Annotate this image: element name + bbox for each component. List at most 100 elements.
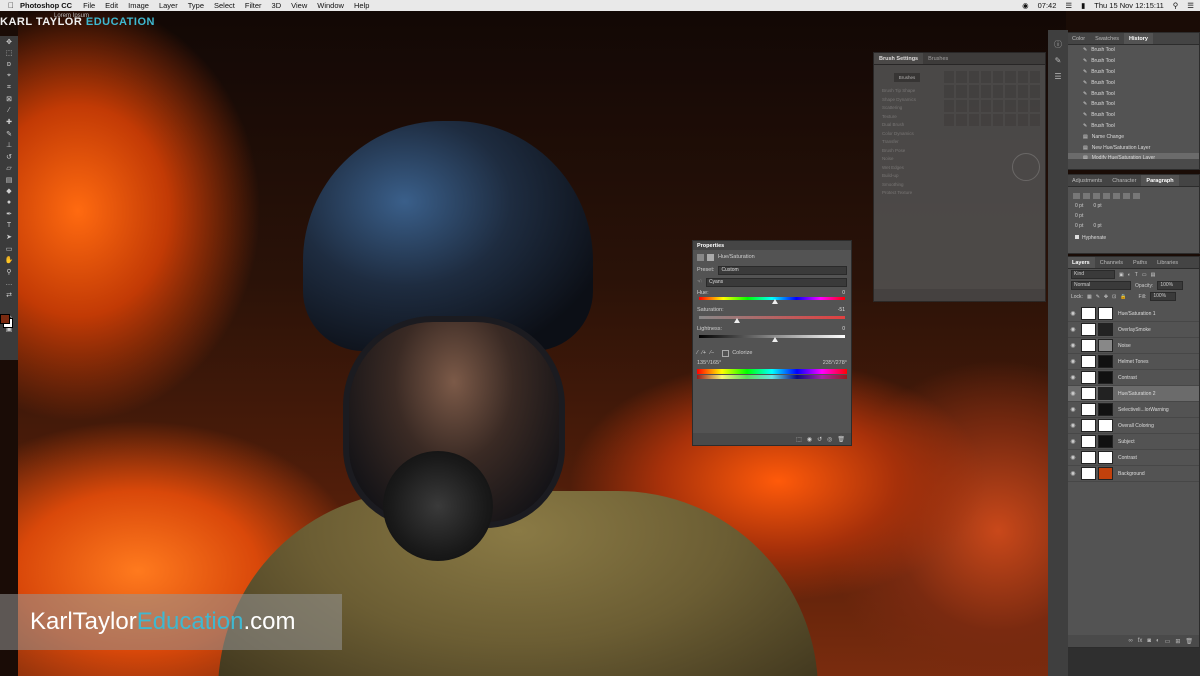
eye-icon[interactable]: ◉	[1067, 358, 1079, 365]
marquee-tool-icon[interactable]: ⬚	[0, 48, 18, 60]
tab-channels[interactable]: Channels	[1095, 257, 1128, 268]
history-item[interactable]: ✎ Brush Tool	[1067, 110, 1199, 121]
color-range-bar[interactable]	[697, 369, 847, 374]
clock[interactable]: Thu 15 Nov 12:15:11	[1094, 1, 1164, 10]
history-item[interactable]: ✎ Brush Tool	[1067, 88, 1199, 99]
layer-mask-thumbnail[interactable]	[1098, 467, 1113, 480]
brush-tip-grid[interactable]	[944, 71, 1040, 126]
frame-tool-icon[interactable]: ⊠	[0, 94, 18, 106]
brush-option[interactable]: Protect Texture	[882, 189, 916, 198]
menu-window[interactable]: Window	[317, 1, 344, 10]
indent-right-field[interactable]: 0 pt	[1093, 203, 1101, 209]
menu-help[interactable]: Help	[354, 1, 369, 10]
view-previous-icon[interactable]: ◉	[807, 436, 812, 443]
properties-title[interactable]: Properties	[693, 241, 851, 250]
eye-icon[interactable]: ◉	[1067, 470, 1079, 477]
tab-paragraph[interactable]: Paragraph	[1141, 175, 1179, 186]
brush-option[interactable]: Noise	[882, 155, 916, 164]
brush-panel-icon[interactable]: ✎	[1048, 52, 1068, 68]
layer-mask-thumbnail[interactable]	[1098, 307, 1113, 320]
layer-row[interactable]: ◉ Hue/Saturation 1	[1067, 306, 1199, 322]
app-menu[interactable]: Photoshop CC	[20, 1, 72, 10]
history-item[interactable]: ✎ Brush Tool	[1067, 121, 1199, 132]
brush-angle-widget[interactable]	[1012, 153, 1040, 181]
new-adjustment-icon[interactable]: ◐	[1156, 638, 1160, 644]
delete-icon[interactable]: 🗑	[837, 436, 845, 443]
lock-paint-icon[interactable]: ✎	[1096, 294, 1100, 300]
lock-all-icon[interactable]: 🔒	[1120, 294, 1126, 300]
eyedropper-tool-icon[interactable]: ⁄	[0, 105, 18, 117]
eyedropper-minus-icon[interactable]: ⁄−	[710, 350, 714, 356]
eyedropper-icon[interactable]: ⁄	[697, 350, 698, 356]
brush-option[interactable]: Brush Pose	[882, 147, 916, 156]
mask-icon[interactable]	[707, 253, 714, 261]
brush-option[interactable]: Wet Edges	[882, 164, 916, 173]
lock-artboard-icon[interactable]: ⊡	[1112, 294, 1116, 300]
apple-icon[interactable]: 	[6, 1, 16, 10]
tab-character[interactable]: Character	[1107, 175, 1141, 186]
crop-tool-icon[interactable]: ⌗	[0, 82, 18, 94]
lock-pixels-icon[interactable]: ▦	[1087, 294, 1092, 300]
hue-value[interactable]: 0	[842, 290, 845, 296]
reset-icon[interactable]: ↺	[817, 436, 822, 443]
link-layers-icon[interactable]: ∞	[1128, 638, 1132, 644]
layer-row[interactable]: ◉ Hue/Saturation 2	[1067, 386, 1199, 402]
layer-mask-thumbnail[interactable]	[1098, 323, 1113, 336]
eraser-tool-icon[interactable]: ▱	[0, 163, 18, 175]
brush-tool-icon[interactable]: ✎	[0, 128, 18, 140]
menu-icon[interactable]: ☰	[1187, 1, 1194, 10]
space-before-field[interactable]: 0 pt	[1075, 223, 1083, 229]
preset-select[interactable]: Custom	[718, 265, 847, 275]
adjust-panel-icon[interactable]: ☰	[1048, 68, 1068, 84]
eye-icon[interactable]: ◉	[1067, 422, 1079, 429]
layer-row[interactable]: ◉ Noise	[1067, 338, 1199, 354]
history-item[interactable]: ✎ Brush Tool	[1067, 45, 1199, 56]
document-tab[interactable]: Lorem Ipsum	[54, 13, 89, 19]
history-item[interactable]: ✎ Brush Tool	[1067, 77, 1199, 88]
hyphenate-checkbox[interactable]	[1075, 235, 1079, 239]
filter-pixel-icon[interactable]: ▣	[1119, 272, 1124, 278]
eye-icon[interactable]: ◉	[1067, 438, 1079, 445]
eye-icon[interactable]: ◉	[1067, 326, 1079, 333]
layer-mask-thumbnail[interactable]	[1098, 419, 1113, 432]
filter-type-icon[interactable]: T	[1135, 272, 1138, 278]
gradient-tool-icon[interactable]: ▤	[0, 174, 18, 186]
brush-option[interactable]: Color Dynamics	[882, 130, 916, 139]
more-tools-icon[interactable]: …	[0, 278, 18, 290]
stamp-tool-icon[interactable]: ⊥	[0, 140, 18, 152]
tab-paths[interactable]: Paths	[1128, 257, 1152, 268]
layer-mask-thumbnail[interactable]	[1098, 387, 1113, 400]
lightness-slider-thumb[interactable]	[772, 337, 778, 342]
quick-select-tool-icon[interactable]: ⌖	[0, 71, 18, 83]
opacity-field[interactable]: 100%	[1157, 281, 1184, 290]
clip-layer-icon[interactable]: ⬚	[796, 436, 802, 443]
history-item[interactable]: ▤ Name Change	[1067, 131, 1199, 142]
layer-mask-thumbnail[interactable]	[1098, 403, 1113, 416]
tab-color[interactable]: Color	[1067, 33, 1090, 44]
layer-mask-thumbnail[interactable]	[1098, 339, 1113, 352]
eye-icon[interactable]: ◉	[1067, 390, 1079, 397]
delete-layer-icon[interactable]: 🗑	[1185, 638, 1193, 645]
lock-position-icon[interactable]: ✥	[1104, 294, 1108, 300]
fill-field[interactable]: 100%	[1150, 292, 1177, 301]
saturation-slider[interactable]	[699, 316, 845, 323]
justify-center-icon[interactable]	[1113, 193, 1120, 199]
layer-mask-thumbnail[interactable]	[1098, 355, 1113, 368]
eyedropper-plus-icon[interactable]: ⁄+	[702, 350, 706, 356]
align-center-icon[interactable]	[1083, 193, 1090, 199]
hand-tool-icon[interactable]: ✋	[0, 255, 18, 267]
layer-row[interactable]: ◉ Overall Coloring	[1067, 418, 1199, 434]
add-mask-icon[interactable]: ◙	[1147, 638, 1151, 644]
brush-option[interactable]: Dual Brush	[882, 121, 916, 130]
filter-smart-icon[interactable]: ▤	[1151, 272, 1156, 278]
layer-row[interactable]: ◉ Subject	[1067, 434, 1199, 450]
menu-filter[interactable]: Filter	[245, 1, 262, 10]
align-left-icon[interactable]	[1073, 193, 1080, 199]
layer-row[interactable]: ◉ Selectiveli...lorWarning	[1067, 402, 1199, 418]
tab-brush-settings[interactable]: Brush Settings	[874, 53, 924, 64]
zoom-tool-icon[interactable]: ⚲	[0, 266, 18, 278]
eye-icon[interactable]: ◉	[1067, 454, 1079, 461]
pen-tool-icon[interactable]: ✒	[0, 209, 18, 221]
wifi-icon[interactable]: ☰	[1065, 1, 1072, 10]
tab-layers[interactable]: Layers	[1067, 257, 1095, 268]
